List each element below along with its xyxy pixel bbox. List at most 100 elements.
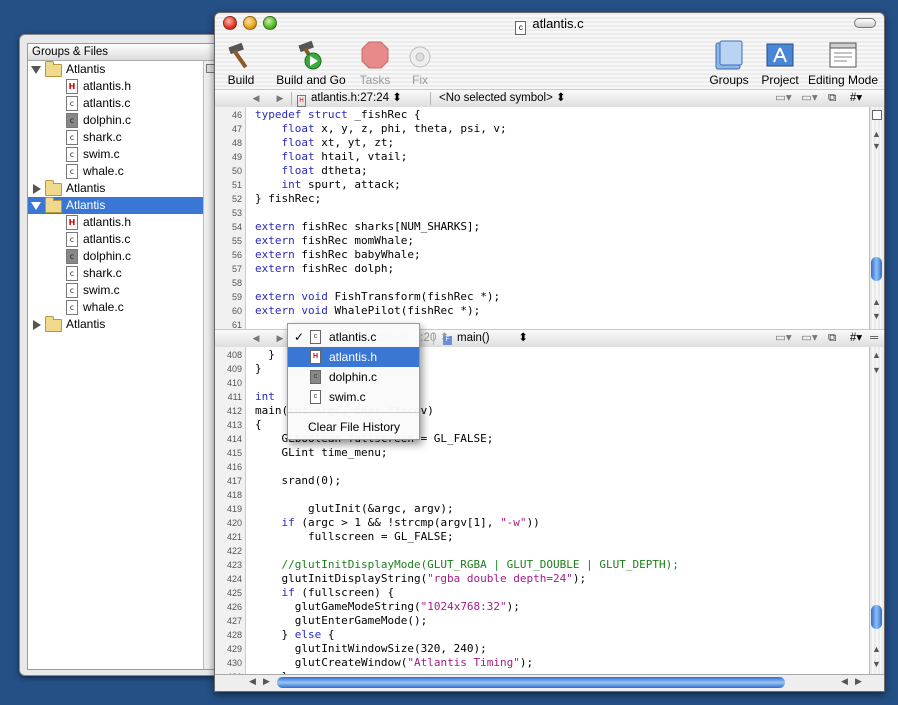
file-row[interactable]: c whale.c (28, 299, 216, 316)
code-line[interactable]: 53 (215, 206, 870, 220)
scroll-up-icon[interactable]: ▲ (872, 350, 881, 360)
groups-button[interactable]: Groups (709, 39, 749, 87)
code-line[interactable]: 429 glutInitWindowSize(320, 240); (215, 642, 870, 656)
includes-popup[interactable]: #▾ (850, 90, 862, 107)
split-view-icon[interactable]: ⧉ (828, 90, 836, 107)
file-row[interactable]: c atlantis.c (28, 231, 216, 248)
code-line[interactable]: 415 GLint time_menu; (215, 446, 870, 460)
code-line[interactable]: 423 //glutInitDisplayMode(GLUT_RGBA | GL… (215, 558, 870, 572)
bottom-scroll-thumb[interactable] (871, 605, 882, 629)
file-row[interactable]: c dolphin.c (28, 112, 216, 129)
build-and-go-button[interactable]: Build and Go (275, 39, 347, 87)
file-history-item[interactable]: c swim.c (288, 387, 419, 407)
code-line[interactable]: 428 } else { (215, 628, 870, 642)
code-line[interactable]: 421 fullscreen = GL_FALSE; (215, 530, 870, 544)
code-line[interactable]: 51 int spurt, attack; (215, 178, 870, 192)
code-line[interactable]: 54 extern fishRec sharks[NUM_SHARKS]; (215, 220, 870, 234)
scroll-down-icon[interactable]: ▼ (872, 141, 881, 151)
editing-mode-button[interactable]: Editing Mode (806, 39, 880, 87)
file-row[interactable]: c shark.c (28, 265, 216, 282)
split-view-icon[interactable]: ⧉ (828, 330, 836, 347)
forward-arrow-icon[interactable]: ▶ (273, 330, 287, 347)
scroll-left-icon[interactable]: ◀ (841, 676, 848, 687)
group-row[interactable]: Atlantis (28, 61, 216, 78)
scroll-down-icon[interactable]: ▼ (872, 659, 881, 669)
code-line[interactable]: 425 if (fullscreen) { (215, 586, 870, 600)
horizontal-scroll-thumb[interactable] (277, 677, 785, 688)
scroll-right-icon[interactable]: ▶ (855, 676, 862, 687)
code-line[interactable]: 52} fishRec; (215, 192, 870, 206)
code-line[interactable]: 47 float x, y, z, phi, theta, psi, v; (215, 122, 870, 136)
code-line[interactable]: 419 glutInit(&argc, argv); (215, 502, 870, 516)
build-button[interactable]: Build (225, 39, 257, 87)
bookmarks-popup-icon[interactable]: ▭▾ (775, 330, 792, 347)
file-history-item[interactable]: Hatlantis.h (288, 347, 419, 367)
scroll-up-icon[interactable]: ▲ (872, 297, 881, 307)
code-line[interactable]: 59 extern void FishTransform(fishRec *); (215, 290, 870, 304)
code-line[interactable]: 50 float dtheta; (215, 164, 870, 178)
code-line[interactable]: 418 (215, 488, 870, 502)
file-row[interactable]: Hatlantis.h (28, 78, 216, 95)
code-line[interactable]: 46 typedef struct _fishRec { (215, 108, 870, 122)
scroll-left-icon[interactable]: ◀ (249, 676, 256, 687)
file-row[interactable]: c whale.c (28, 163, 216, 180)
disclosure-closed-icon[interactable] (33, 184, 41, 194)
code-line[interactable]: 416 (215, 460, 870, 474)
group-row[interactable]: Atlantis (28, 197, 216, 214)
bottom-code-scrollbar[interactable]: ▲ ▼ ▲ ▼ (869, 347, 884, 674)
clear-file-history-item[interactable]: Clear File History (288, 417, 419, 437)
disclosure-open-icon[interactable] (31, 202, 41, 210)
top-scroll-thumb[interactable] (871, 257, 882, 281)
code-line[interactable]: 422 (215, 544, 870, 558)
disclosure-open-icon[interactable] (31, 66, 41, 74)
scroll-down-icon[interactable]: ▼ (872, 365, 881, 375)
code-line[interactable]: 57 extern fishRec dolph; (215, 262, 870, 276)
code-line[interactable]: 60 extern void WhalePilot(fishRec *); (215, 304, 870, 318)
code-line[interactable]: 55 extern fishRec momWhale; (215, 234, 870, 248)
symbol-popup-bottom[interactable]: Fmain() ⬍ (443, 330, 528, 347)
bookmarks-popup-icon[interactable]: ▭▾ (775, 90, 792, 107)
code-line[interactable]: 58 (215, 276, 870, 290)
code-line[interactable]: 424 glutInitDisplayString("rgba double d… (215, 572, 870, 586)
includes-popup[interactable]: #▾ (850, 330, 862, 347)
file-row[interactable]: c swim.c (28, 146, 216, 163)
code-line[interactable]: 420 if (argc > 1 && !strcmp(argv[1], "-w… (215, 516, 870, 530)
toolbar-toggle-button[interactable] (854, 18, 876, 28)
scroll-right-icon[interactable]: ▶ (263, 676, 270, 687)
file-row[interactable]: c swim.c (28, 282, 216, 299)
disclosure-closed-icon[interactable] (33, 320, 41, 330)
back-arrow-icon[interactable]: ◀ (249, 330, 263, 347)
code-line[interactable]: 417 srand(0); (215, 474, 870, 488)
groups-files-header[interactable]: Groups & Files (28, 44, 216, 61)
file-history-popup-top[interactable]: Hatlantis.h:27:24 ⬍ (297, 90, 402, 107)
file-history-item[interactable]: c dolphin.c (288, 367, 419, 387)
fix-button[interactable]: Fix (401, 39, 439, 87)
close-split-icon[interactable]: ═ (870, 330, 878, 347)
code-line[interactable]: 427 glutEnterGameMode(); (215, 614, 870, 628)
top-code-editor[interactable]: 46 typedef struct _fishRec {47 float x, y… (215, 107, 870, 329)
code-line[interactable]: 49 float htail, vtail; (215, 150, 870, 164)
top-code-scrollbar[interactable]: ▲ ▼ ▲ ▼ (869, 107, 884, 329)
tasks-button[interactable]: Tasks (355, 39, 395, 87)
scroll-up-icon[interactable]: ▲ (872, 129, 881, 139)
file-row[interactable]: c dolphin.c (28, 248, 216, 265)
file-row[interactable]: c atlantis.c (28, 95, 216, 112)
group-row[interactable]: Atlantis (28, 316, 216, 333)
file-row[interactable]: Hatlantis.h (28, 214, 216, 231)
forward-arrow-icon[interactable]: ▶ (273, 90, 287, 107)
group-row[interactable]: Atlantis (28, 180, 216, 197)
split-pane-icon[interactable] (872, 110, 882, 120)
code-line[interactable]: 426 glutGameModeString("1024x768:32"); (215, 600, 870, 614)
code-line[interactable]: 430 glutCreateWindow("Atlantis Timing"); (215, 656, 870, 670)
symbol-popup-top[interactable]: <No selected symbol> ⬍ (439, 90, 566, 107)
breakpoints-popup-icon[interactable]: ▭▾ (801, 330, 818, 347)
file-history-item[interactable]: ✓ c atlantis.c (288, 327, 419, 347)
scroll-down-icon[interactable]: ▼ (872, 311, 881, 321)
project-button[interactable]: Project (758, 39, 802, 87)
code-line[interactable]: 48 float xt, yt, zt; (215, 136, 870, 150)
scroll-up-icon[interactable]: ▲ (872, 644, 881, 654)
horizontal-scrollbar[interactable]: ◀ ▶ ◀ ▶ (215, 674, 884, 691)
breakpoints-popup-icon[interactable]: ▭▾ (801, 90, 818, 107)
file-row[interactable]: c shark.c (28, 129, 216, 146)
back-arrow-icon[interactable]: ◀ (249, 90, 263, 107)
